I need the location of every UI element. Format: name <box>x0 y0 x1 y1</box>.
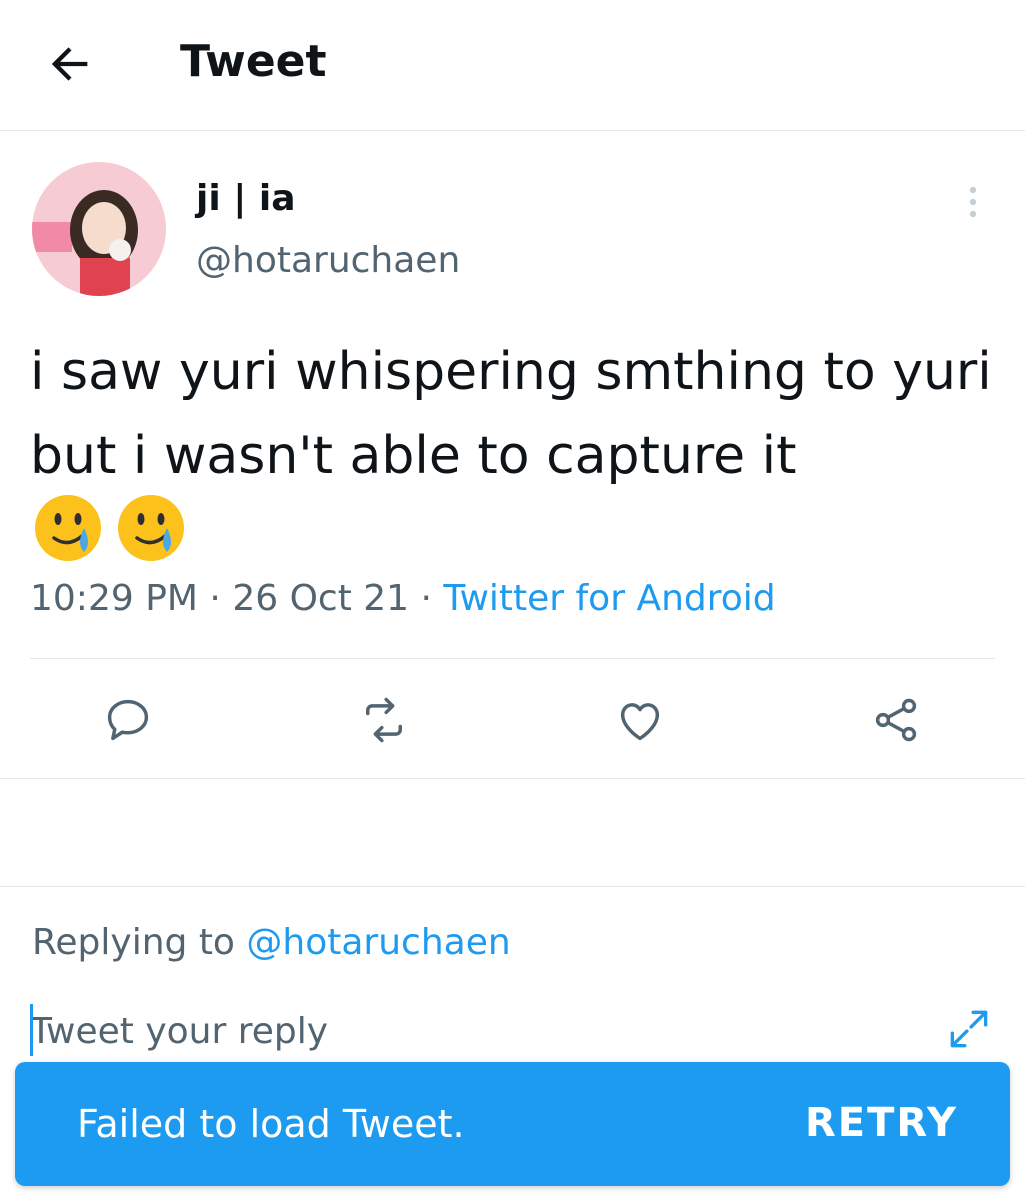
retweet-icon[interactable] <box>358 694 410 746</box>
tweet-time: 10:29 PM <box>30 578 198 619</box>
divider <box>0 886 1025 887</box>
replying-prefix: Replying to <box>32 922 247 963</box>
reply-input[interactable] <box>30 1006 910 1056</box>
reply-icon[interactable] <box>102 694 154 746</box>
like-icon[interactable] <box>614 694 666 746</box>
divider <box>30 658 995 659</box>
retry-button[interactable]: RETRY <box>805 1100 958 1146</box>
replying-to-label: Replying to @hotaruchaen <box>32 922 511 963</box>
page-title: Tweet <box>180 36 327 87</box>
avatar[interactable] <box>32 162 166 296</box>
share-icon[interactable] <box>870 694 922 746</box>
text-cursor <box>30 1004 33 1056</box>
replying-to-handle[interactable]: @hotaruchaen <box>246 922 510 963</box>
smiling-face-with-tear-icon <box>35 495 101 561</box>
meta-separator: · <box>409 578 444 619</box>
top-app-bar: Tweet <box>0 0 1025 131</box>
tweet-meta: 10:29 PM · 26 Oct 21 · Twitter for Andro… <box>30 578 776 619</box>
arrow-left-icon[interactable] <box>44 38 96 90</box>
more-vertical-icon[interactable] <box>958 182 988 222</box>
tweet-source-link[interactable]: Twitter for Android <box>443 578 775 619</box>
tweet-emoji-row <box>32 492 193 564</box>
author-handle[interactable]: @hotaruchaen <box>196 240 460 281</box>
snackbar-message: Failed to load Tweet. <box>77 1102 465 1146</box>
expand-icon[interactable] <box>944 1004 994 1054</box>
smiling-face-with-tear-icon <box>118 495 185 561</box>
error-snackbar: Failed to load Tweet. RETRY <box>15 1062 1010 1186</box>
tweet-date: 26 Oct 21 <box>232 578 410 619</box>
author-display-name[interactable]: ji | ia <box>196 178 296 219</box>
divider <box>0 778 1025 779</box>
avatar-image <box>32 162 166 296</box>
meta-separator: · <box>197 578 233 619</box>
tweet-text: i saw yuri whispering smthing to yuri bu… <box>30 342 992 486</box>
